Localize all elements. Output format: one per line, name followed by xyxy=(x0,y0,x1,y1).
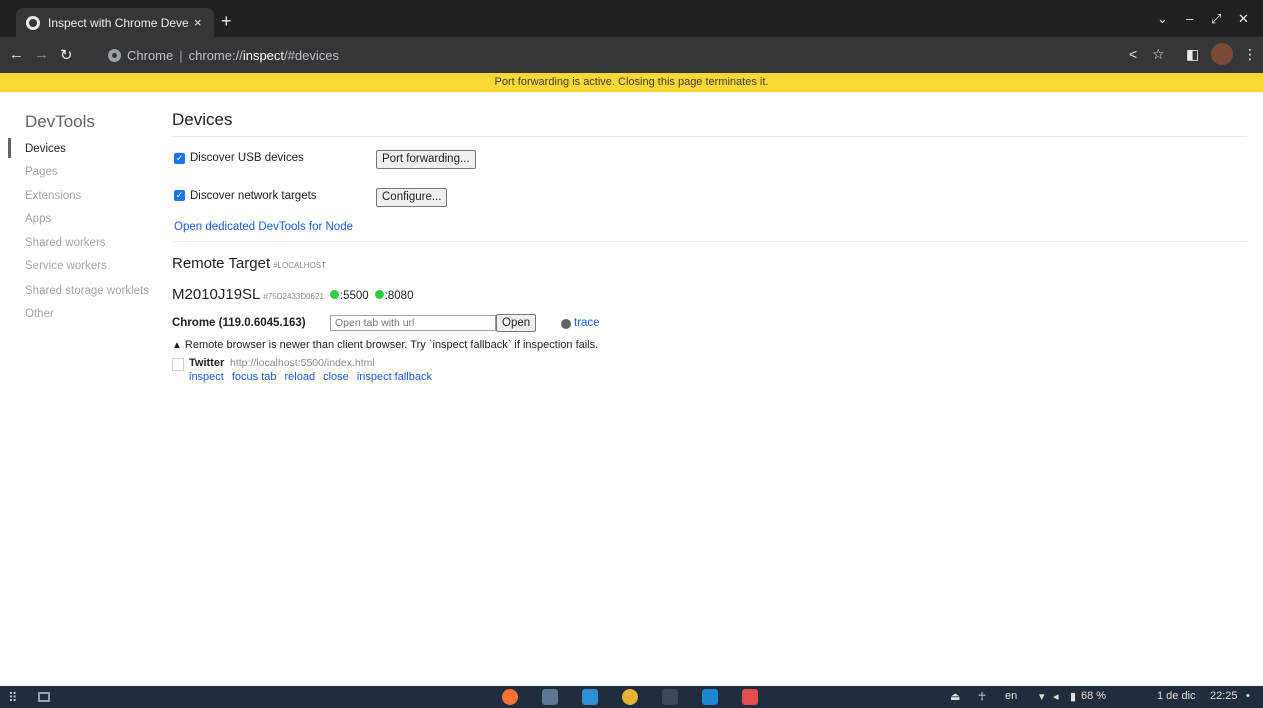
app-grid-icon[interactable]: ⠿ xyxy=(8,690,18,706)
sidebar-item-service-workers[interactable]: Service workers xyxy=(25,260,107,272)
side-panel-icon[interactable]: ◧ xyxy=(1186,46,1199,63)
remote-target-title: Remote Target xyxy=(172,255,271,272)
trace-info-icon xyxy=(561,319,571,329)
node-devtools-link[interactable]: Open dedicated DevTools for Node xyxy=(174,221,353,233)
configure-button[interactable]: Configure... xyxy=(376,188,448,207)
url-suffix: /#devices xyxy=(284,47,339,63)
tab-close-icon[interactable]: × xyxy=(194,15,202,30)
files-icon[interactable] xyxy=(542,689,558,705)
device-serial: #75D2433D0621 xyxy=(263,292,324,301)
sidebar-item-shared-workers[interactable]: Shared workers xyxy=(25,237,106,249)
reload-link[interactable]: reload xyxy=(285,371,316,383)
network-label: Discover network targets xyxy=(190,190,317,202)
sidebar-item-apps[interactable]: Apps xyxy=(25,213,51,225)
trace-link[interactable]: trace xyxy=(574,317,600,329)
chrome-app-icon[interactable] xyxy=(622,689,638,705)
inspect-fallback-link[interactable]: inspect fallback xyxy=(357,371,432,383)
notification-dot-icon[interactable]: • xyxy=(1246,690,1250,702)
menu-icon[interactable]: ⋮ xyxy=(1243,46,1257,63)
sidebar-title: DevTools xyxy=(25,112,95,131)
sidebar-item-other[interactable]: Other xyxy=(25,308,54,320)
globe-icon xyxy=(26,15,40,30)
vscode-icon[interactable] xyxy=(702,689,718,705)
usb-label: Discover USB devices xyxy=(190,152,304,164)
minimize-icon[interactable]: – xyxy=(1186,11,1193,26)
usb-checkbox[interactable]: ✓ xyxy=(174,153,185,164)
open-tab-url-input[interactable] xyxy=(330,315,496,331)
page-title-twitter: Twitter xyxy=(189,357,225,369)
sidebar-active-marker xyxy=(8,138,11,158)
divider xyxy=(172,241,1247,242)
firefox-icon[interactable] xyxy=(502,689,518,705)
window-overview-icon[interactable] xyxy=(38,692,50,702)
page-actions: inspect focus tab reload close inspect fallb… xyxy=(189,371,440,383)
omnibox-separator: | xyxy=(179,47,183,63)
port-5500: :5500 xyxy=(339,290,369,302)
address-bar[interactable]: Chrome | chrome:// inspect /#devices xyxy=(104,42,1104,68)
tab-search-icon[interactable]: ⌄ xyxy=(1157,11,1168,27)
text-editor-icon[interactable] xyxy=(742,689,758,705)
sidebar-item-pages[interactable]: Pages xyxy=(25,166,58,178)
divider xyxy=(172,136,1247,137)
close-link[interactable]: close xyxy=(323,371,349,383)
device-header: M2010J19SL #75D2433D0621 :5500 :8080 xyxy=(172,286,413,303)
sidebar-item-extensions[interactable]: Extensions xyxy=(25,190,81,202)
page-thumbnail xyxy=(172,358,184,371)
reload-icon[interactable]: ↻ xyxy=(60,46,73,64)
page-title: Devices xyxy=(172,110,233,129)
back-icon[interactable]: ← xyxy=(9,46,24,63)
share-icon[interactable]: < xyxy=(1129,46,1137,62)
sidebar-item-shared-storage-worklets[interactable]: Shared storage worklets xyxy=(25,285,149,297)
battery-icon: ▮ xyxy=(1070,691,1077,703)
page-url: http://localhost:5500/index.html xyxy=(230,357,375,369)
omnibox-scheme-label: Chrome xyxy=(127,47,174,63)
port-forwarding-banner: Port forwarding is active. Closing this … xyxy=(0,73,1263,92)
port-forwarding-button[interactable]: Port forwarding... xyxy=(376,150,476,169)
url-prefix: chrome:// xyxy=(188,47,243,63)
new-tab-icon[interactable]: + xyxy=(221,11,232,32)
device-name: M2010J19SL xyxy=(172,286,261,303)
port-status-dot xyxy=(329,290,339,299)
eject-icon[interactable]: ⏏ xyxy=(950,690,960,703)
store-icon[interactable] xyxy=(582,689,598,705)
time[interactable]: 22:25 xyxy=(1210,690,1238,702)
accessibility-icon[interactable]: ☥ xyxy=(978,690,986,703)
battery-level: 68 % xyxy=(1081,690,1107,702)
url-host: inspect xyxy=(242,47,285,63)
warning-icon: ▲ xyxy=(172,340,182,351)
wifi-icon[interactable]: ▾ xyxy=(1039,690,1045,703)
volume-icon[interactable]: ◂ xyxy=(1053,690,1059,703)
close-window-icon[interactable]: ✕ xyxy=(1238,11,1249,27)
screen: Inspect with Chrome Developer Tools × + … xyxy=(0,0,1263,708)
inspect-link[interactable]: inspect xyxy=(189,371,224,383)
port-8080: :8080 xyxy=(384,290,414,302)
date[interactable]: 1 de dic xyxy=(1157,690,1196,702)
maximize-icon[interactable]: ⤢ xyxy=(1211,11,1221,27)
browser-tab[interactable]: Inspect with Chrome Developer Tools × xyxy=(16,8,214,37)
toolbar: ← → ↻ Chrome | chrome:// inspect /#devic… xyxy=(0,37,1263,73)
profile-avatar[interactable] xyxy=(1211,43,1233,65)
port-status-dot xyxy=(374,290,384,299)
remote-target-heading: Remote Target #LOCALHOST xyxy=(172,255,326,272)
remote-target-sub: #LOCALHOST xyxy=(273,261,327,270)
remote-browser-name: Chrome (119.0.6045.163) xyxy=(172,317,306,329)
open-button[interactable]: Open xyxy=(496,314,537,332)
taskbar: ⠿ ⏏ ☥ en ▾ ◂ ▮ 68 % 1 de dic 22:25 • xyxy=(0,686,1263,708)
network-checkbox[interactable]: ✓ xyxy=(174,190,185,201)
bookmark-star-icon[interactable]: ☆ xyxy=(1152,46,1165,63)
forward-icon[interactable]: → xyxy=(34,46,49,63)
keyboard-layout[interactable]: en xyxy=(1005,690,1017,702)
focus-tab-link[interactable]: focus tab xyxy=(232,371,277,383)
version-warning: ▲ Remote browser is newer than client bro… xyxy=(172,339,598,351)
warning-text: Remote browser is newer than client brow… xyxy=(184,339,599,351)
sidebar-item-devices[interactable]: Devices xyxy=(25,143,66,155)
terminal-icon[interactable] xyxy=(662,689,678,705)
tab-title: Inspect with Chrome Developer Tools xyxy=(48,15,188,30)
chrome-icon xyxy=(108,48,121,62)
tab-strip: Inspect with Chrome Developer Tools × + … xyxy=(0,0,1263,37)
